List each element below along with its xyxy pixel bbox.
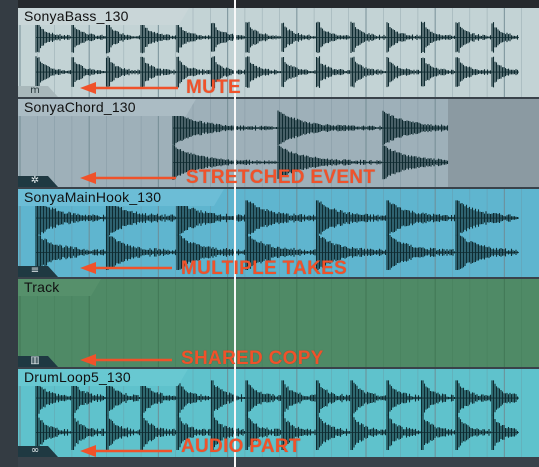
mute-icon: m xyxy=(30,85,40,96)
track-column-edge xyxy=(0,0,18,467)
track-lane-drum[interactable]: DrumLoop5_130 ∞ xyxy=(18,369,539,457)
event-badge: ✲ xyxy=(18,175,58,187)
track-lane-mainhook[interactable]: SonyaMainHook_130 ≡ xyxy=(18,189,539,277)
event-name[interactable]: SonyaMainHook_130 xyxy=(18,189,224,206)
event-badge: ▥ xyxy=(18,355,58,367)
stretch-icon: ✲ xyxy=(30,175,40,186)
track-lane-shared[interactable]: Track ▥ xyxy=(18,279,539,367)
playback-cursor[interactable] xyxy=(234,0,236,467)
event-name[interactable]: Track xyxy=(18,279,101,296)
event-name[interactable]: DrumLoop5_130 xyxy=(18,369,188,386)
event-badge: ∞ xyxy=(18,445,58,457)
event-name[interactable]: SonyaBass_130 xyxy=(18,8,189,25)
event-badge: m xyxy=(18,85,58,97)
waveform xyxy=(18,279,539,367)
track-lane-bass[interactable]: SonyaBass_130m xyxy=(18,8,539,97)
event-badge: ≡ xyxy=(18,265,58,277)
track-lane-chord[interactable]: SonyaChord_130 ✲ xyxy=(18,99,539,187)
audio-part-icon: ∞ xyxy=(30,445,40,456)
event-name[interactable]: SonyaChord_130 xyxy=(18,99,196,116)
ruler-strip xyxy=(18,0,539,8)
takes-icon: ≡ xyxy=(30,265,40,276)
shared-copy-icon: ▥ xyxy=(30,355,40,366)
